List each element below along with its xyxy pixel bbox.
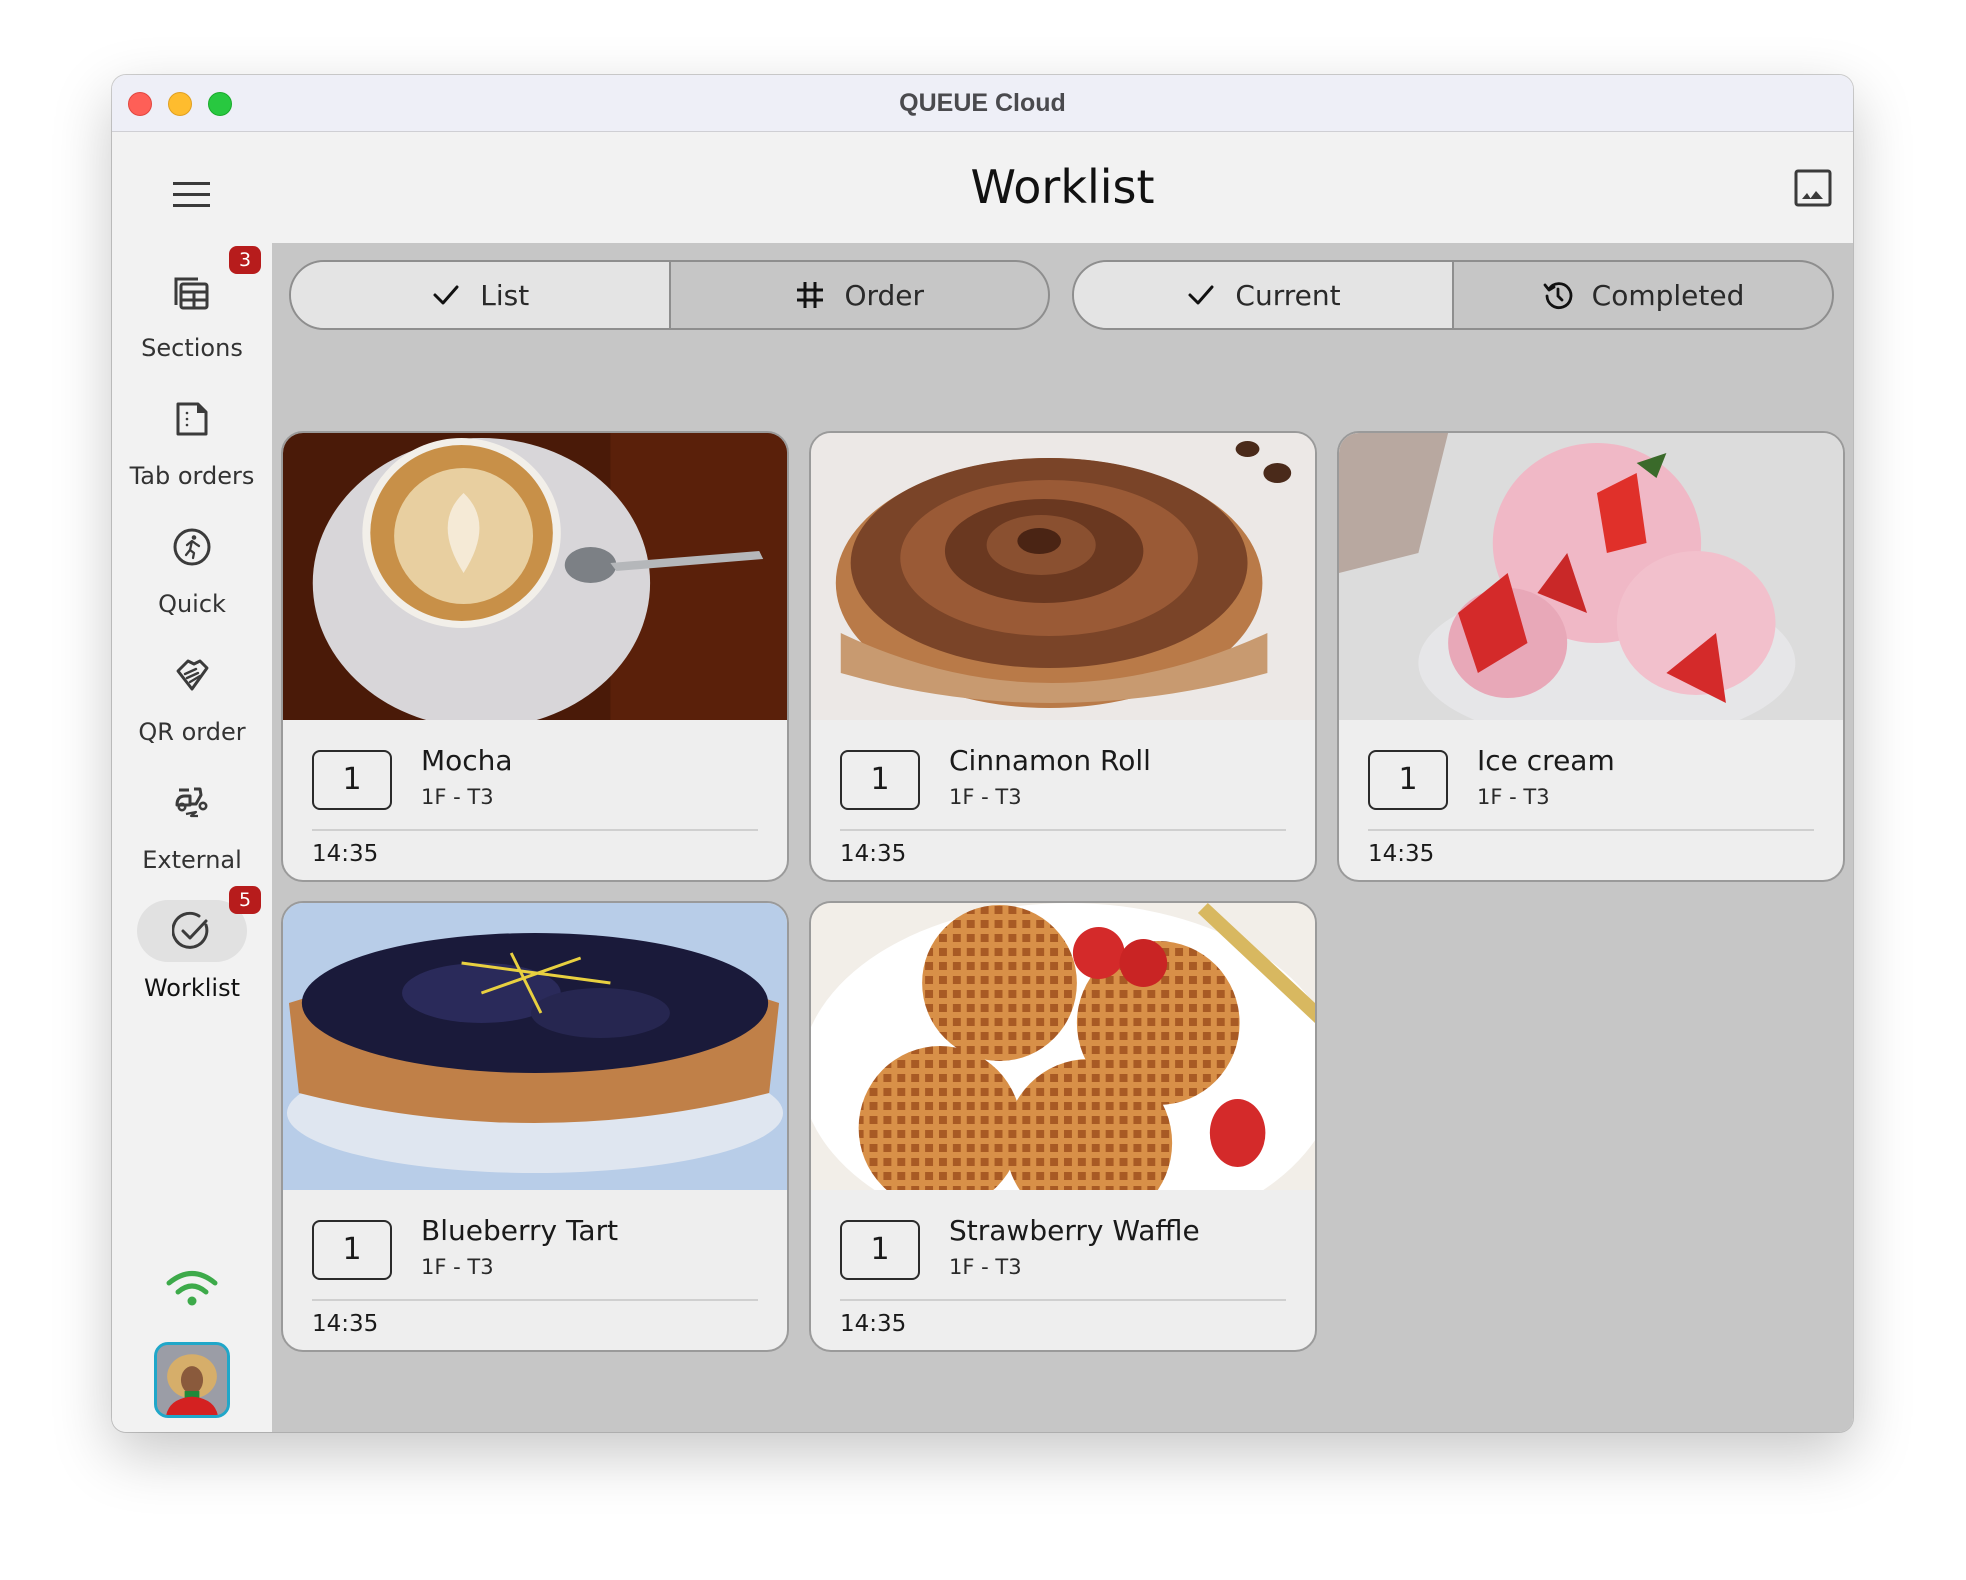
- wifi-icon: [166, 1271, 218, 1306]
- card-divider: [840, 1299, 1286, 1301]
- order-time: 14:35: [840, 841, 907, 867]
- page-title: Worklist: [970, 160, 1155, 214]
- view-option-order[interactable]: Order: [668, 262, 1049, 328]
- app-window: QUEUE Cloud 3 Sections Tab orders Quick …: [112, 75, 1853, 1432]
- view-option-label: Order: [844, 278, 925, 312]
- item-name: Cinnamon Roll: [949, 744, 1151, 777]
- sidebar-item-label: Quick: [158, 590, 226, 618]
- sidebar-item-label: QR order: [138, 718, 246, 746]
- item-location: 1F - T3: [421, 785, 494, 809]
- quantity-box: 1: [840, 750, 920, 810]
- check-circle-icon: [172, 911, 209, 949]
- check-icon: [433, 285, 459, 305]
- order-card[interactable]: 1 Cinnamon Roll 1F - T3 14:35: [809, 431, 1317, 882]
- status-option-label: Completed: [1591, 278, 1745, 312]
- order-card[interactable]: 1 Ice cream 1F - T3 14:35: [1337, 431, 1845, 882]
- status-filter-toggle: Current Completed: [1072, 260, 1834, 330]
- item-name: Blueberry Tart: [421, 1214, 619, 1247]
- window-title: QUEUE Cloud: [899, 89, 1066, 117]
- item-name: Ice cream: [1477, 744, 1615, 777]
- sidebar-item-quick[interactable]: Quick: [112, 516, 272, 636]
- handshake-icon: [176, 659, 209, 691]
- order-card[interactable]: 1 Blueberry Tart 1F - T3 14:35: [281, 901, 789, 1352]
- item-name: Strawberry Waffle: [949, 1214, 1200, 1247]
- sidebar-item-external[interactable]: External: [112, 772, 272, 892]
- food-image-ice-cream: [1339, 433, 1843, 720]
- order-card[interactable]: 1 Strawberry Waffle 1F - T3 14:35: [809, 901, 1317, 1352]
- card-divider: [312, 829, 758, 831]
- view-mode-toggle: List Order: [289, 260, 1050, 330]
- scooter-delivery-icon: [175, 787, 208, 818]
- status-option-completed[interactable]: Completed: [1452, 262, 1832, 328]
- worklist-content: List Order Current Completed 1 Mocha 1F …: [272, 243, 1853, 1432]
- food-image-cinnamon-roll: [811, 433, 1315, 720]
- running-person-icon: [173, 528, 211, 566]
- table-grid-icon: [174, 277, 209, 310]
- sidebar-item-label: Tab orders: [129, 462, 255, 490]
- sidebar-item-label: Sections: [141, 334, 243, 362]
- card-divider: [840, 829, 1286, 831]
- sidebar-item-qr-order[interactable]: QR order: [112, 644, 272, 764]
- document-icon: [176, 402, 208, 436]
- user-avatar[interactable]: [154, 1342, 230, 1418]
- card-divider: [1368, 829, 1814, 831]
- notification-badge: 3: [229, 246, 261, 274]
- history-icon: [1543, 282, 1573, 309]
- image-icon[interactable]: [1793, 168, 1833, 208]
- food-image-latte: [283, 433, 787, 720]
- sidebar-item-tab-orders[interactable]: Tab orders: [112, 388, 272, 508]
- order-time: 14:35: [1368, 841, 1435, 867]
- quantity-box: 1: [312, 1220, 392, 1280]
- notification-badge: 5: [229, 886, 261, 914]
- order-card[interactable]: 1 Mocha 1F - T3 14:35: [281, 431, 789, 882]
- sidebar-item-label: Worklist: [143, 974, 241, 1002]
- status-option-label: Current: [1235, 278, 1341, 312]
- sidebar: 3 Sections Tab orders Quick QR order Ext…: [112, 132, 272, 1432]
- food-image-blueberry-tart: [283, 903, 787, 1190]
- sidebar-item-label: External: [142, 846, 242, 874]
- sidebar-item-worklist[interactable]: 5 Worklist: [112, 886, 272, 1020]
- view-option-list[interactable]: List: [291, 262, 669, 328]
- item-location: 1F - T3: [949, 785, 1022, 809]
- food-image-waffles: [811, 903, 1315, 1190]
- grid-hash-icon: [797, 282, 824, 308]
- quantity-box: 1: [312, 750, 392, 810]
- item-name: Mocha: [421, 744, 513, 777]
- order-time: 14:35: [312, 1311, 379, 1337]
- title-bar: QUEUE Cloud: [112, 75, 1853, 132]
- status-option-current[interactable]: Current: [1074, 262, 1452, 328]
- hamburger-menu-icon[interactable]: [173, 180, 211, 210]
- item-location: 1F - T3: [949, 1255, 1022, 1279]
- sidebar-item-sections[interactable]: 3 Sections: [112, 246, 272, 380]
- item-location: 1F - T3: [1477, 785, 1550, 809]
- card-divider: [312, 1299, 758, 1301]
- item-location: 1F - T3: [421, 1255, 494, 1279]
- check-icon: [1188, 285, 1214, 305]
- quantity-box: 1: [840, 1220, 920, 1280]
- page-header: Worklist: [272, 132, 1853, 243]
- order-time: 14:35: [312, 841, 379, 867]
- order-time: 14:35: [840, 1311, 907, 1337]
- view-option-label: List: [480, 278, 530, 312]
- quantity-box: 1: [1368, 750, 1448, 810]
